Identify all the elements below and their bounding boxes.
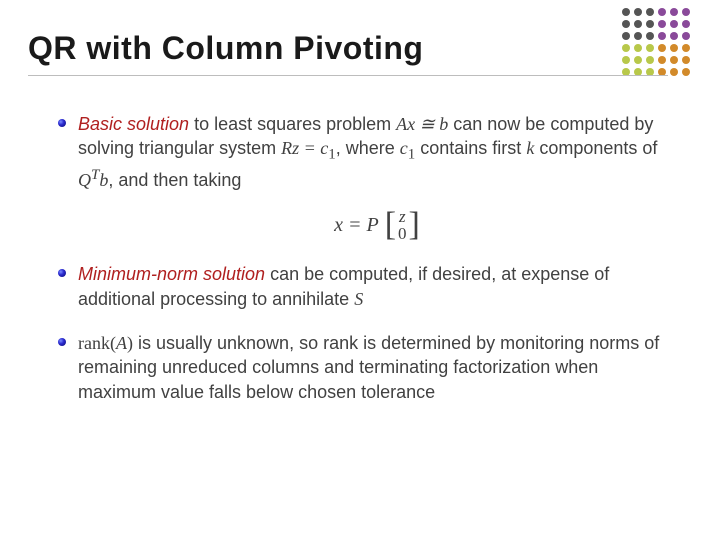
column-vector: [ z 0 ] <box>385 208 420 242</box>
decoration-dot <box>682 32 690 40</box>
title-underline <box>28 75 668 76</box>
text: , and then taking <box>108 170 241 190</box>
math-text: Rz = c <box>281 138 328 158</box>
text: to least squares problem <box>189 114 396 134</box>
decoration-dot <box>658 44 666 52</box>
term-min-norm: Minimum-norm solution <box>78 264 265 284</box>
decoration-dot <box>670 32 678 40</box>
math-inline: rank(A) <box>78 333 133 353</box>
decoration-dot <box>682 8 690 16</box>
term-basic-solution: Basic solution <box>78 114 189 134</box>
decoration-dot <box>622 8 630 16</box>
text: is usually unknown, so rank is determine… <box>78 333 659 402</box>
decoration-dot <box>646 56 654 64</box>
decoration-dot <box>634 44 642 52</box>
decoration-dot <box>658 32 666 40</box>
left-bracket-icon: [ <box>385 208 396 242</box>
slide: QR with Column Pivoting Basic solution t… <box>0 0 720 540</box>
decoration-dot <box>622 20 630 28</box>
text: contains first <box>415 138 526 158</box>
decoration-dot <box>670 8 678 16</box>
math-text: c <box>400 138 408 158</box>
vec-entry: 0 <box>398 225 407 242</box>
slide-title: QR with Column Pivoting <box>28 30 600 67</box>
title-block: QR with Column Pivoting <box>28 30 600 76</box>
decoration-dot <box>682 68 690 76</box>
math-inline: c1 <box>400 138 416 158</box>
decoration-dot <box>634 20 642 28</box>
text: , where <box>336 138 400 158</box>
math-inline: Rz = c1 <box>281 138 336 158</box>
decoration-dot-grid <box>622 8 692 78</box>
display-equation: x = P [ z 0 ] <box>78 208 676 242</box>
math-inline: Ax ≅ b <box>396 114 448 134</box>
decoration-dot <box>634 32 642 40</box>
vec-entry: z <box>398 208 407 225</box>
decoration-dot <box>646 8 654 16</box>
decoration-dot <box>682 44 690 52</box>
math-inline: S <box>354 289 363 309</box>
bullet-item: Minimum-norm solution can be computed, i… <box>58 262 676 311</box>
right-bracket-icon: ] <box>409 208 420 242</box>
decoration-dot <box>682 56 690 64</box>
content-area: Basic solution to least squares problem … <box>58 112 676 424</box>
subscript: 1 <box>328 147 336 163</box>
eq-lhs: x = P <box>334 212 379 239</box>
bullet-item: Basic solution to least squares problem … <box>58 112 676 242</box>
decoration-dot <box>634 56 642 64</box>
math-inline: QTb <box>78 170 108 190</box>
bullet-item: rank(A) is usually unknown, so rank is d… <box>58 331 676 404</box>
decoration-dot <box>658 56 666 64</box>
decoration-dot <box>658 20 666 28</box>
decoration-dot <box>622 44 630 52</box>
math-text: b <box>99 170 108 190</box>
bullet-list: Basic solution to least squares problem … <box>58 112 676 404</box>
decoration-dot <box>646 44 654 52</box>
decoration-dot <box>646 32 654 40</box>
decoration-dot <box>634 8 642 16</box>
math-text: Q <box>78 170 91 190</box>
decoration-dot <box>670 68 678 76</box>
decoration-dot <box>682 20 690 28</box>
decoration-dot <box>670 44 678 52</box>
decoration-dot <box>658 8 666 16</box>
decoration-dot <box>670 56 678 64</box>
decoration-dot <box>646 20 654 28</box>
decoration-dot <box>622 56 630 64</box>
text: components of <box>534 138 657 158</box>
decoration-dot <box>670 20 678 28</box>
decoration-dot <box>622 32 630 40</box>
